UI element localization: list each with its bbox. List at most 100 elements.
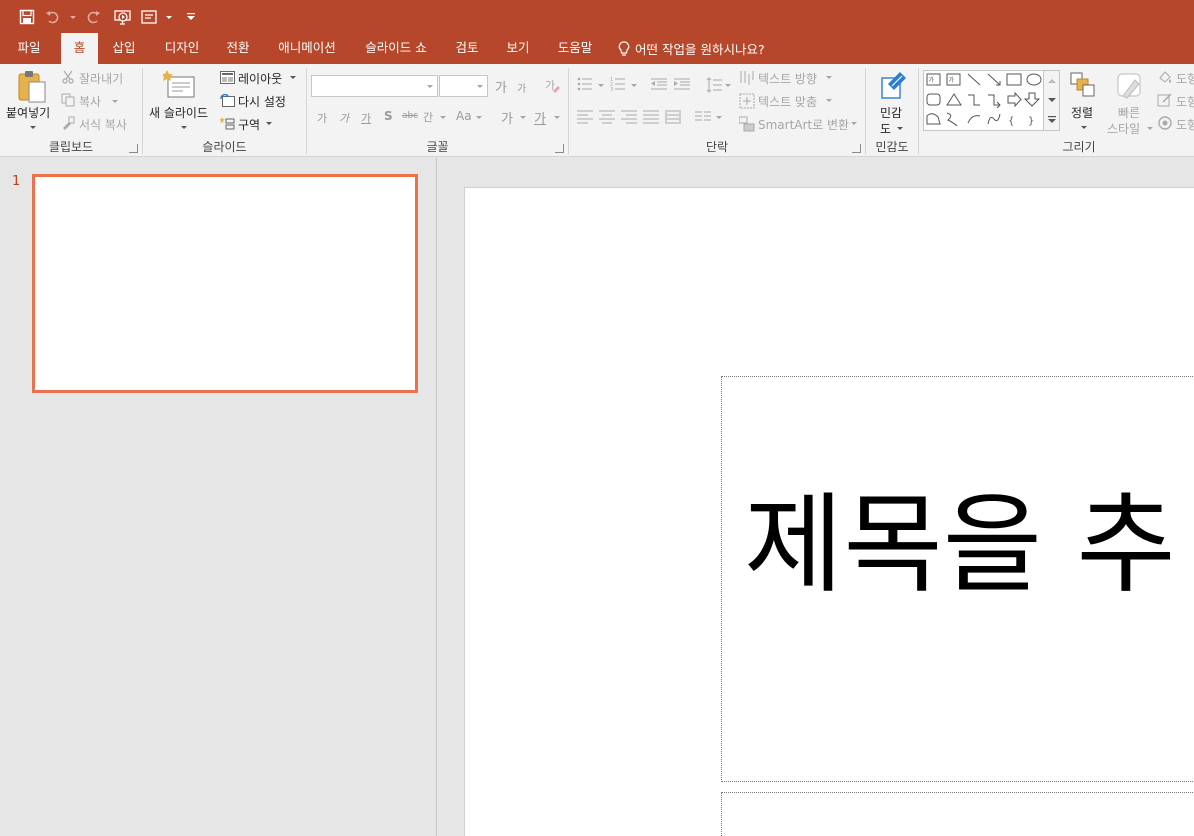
- font-color-dropdown-icon[interactable]: [554, 116, 560, 119]
- arrange-label[interactable]: 정렬: [1071, 104, 1093, 121]
- redo-icon[interactable]: [82, 6, 104, 28]
- sensitivity-icon[interactable]: [880, 70, 908, 100]
- line-spacing-dropdown-icon[interactable]: [725, 84, 731, 87]
- smartart-icon[interactable]: [739, 116, 755, 132]
- tab-animations[interactable]: 애니메이션: [272, 33, 342, 64]
- shapes-gallery[interactable]: 가 가 { }: [923, 70, 1060, 131]
- new-slide-label[interactable]: 새 슬라이드: [149, 104, 208, 121]
- copy-dropdown-icon[interactable]: [112, 100, 118, 103]
- align-center-icon[interactable]: [599, 110, 615, 124]
- sensitivity-dropdown-icon[interactable]: [897, 127, 903, 130]
- distributed-icon[interactable]: [665, 110, 681, 124]
- align-right-icon[interactable]: [621, 110, 637, 124]
- highlight-button[interactable]: 가: [501, 108, 513, 127]
- tab-review[interactable]: 검토: [448, 33, 486, 64]
- clear-formatting-icon[interactable]: 가: [543, 76, 561, 94]
- arrange-dropdown-icon[interactable]: [1081, 126, 1087, 129]
- justify-icon[interactable]: [643, 110, 659, 124]
- copy-button[interactable]: 복사: [79, 93, 101, 110]
- paste-button-label[interactable]: 붙여넣기: [6, 104, 50, 121]
- paste-dropdown-icon[interactable]: [30, 126, 36, 129]
- tab-view[interactable]: 보기: [499, 33, 537, 64]
- quick-styles-label-line1[interactable]: 빠른: [1118, 104, 1140, 121]
- align-text-dropdown-icon[interactable]: [826, 99, 832, 102]
- tab-transitions[interactable]: 전환: [218, 33, 258, 64]
- gallery-more-icon[interactable]: [1047, 115, 1056, 124]
- smartart-dropdown-icon[interactable]: [851, 122, 857, 125]
- tab-design[interactable]: 디자인: [157, 33, 207, 64]
- change-case-dropdown-icon[interactable]: [476, 116, 482, 119]
- underline-button[interactable]: 가: [361, 110, 371, 126]
- font-dialog-launcher[interactable]: [555, 144, 564, 153]
- columns-dropdown-icon[interactable]: [716, 116, 722, 119]
- layout-icon[interactable]: [219, 70, 235, 84]
- quick-styles-label-line2[interactable]: 스타일: [1107, 120, 1140, 137]
- italic-button[interactable]: 가: [339, 110, 349, 126]
- shape-outline-button[interactable]: 도형: [1176, 93, 1194, 110]
- shape-fill-button[interactable]: 도형: [1176, 70, 1194, 87]
- tab-file[interactable]: 파일: [5, 33, 53, 64]
- align-left-icon[interactable]: [577, 110, 593, 124]
- reset-button[interactable]: 다시 설정: [238, 93, 286, 110]
- shrink-font-button[interactable]: 가: [517, 80, 526, 95]
- title-placeholder-text[interactable]: 제목을 추: [744, 481, 1176, 611]
- touch-mode-dropdown-icon[interactable]: [164, 6, 174, 28]
- slide-thumbnail[interactable]: [32, 174, 418, 393]
- align-text-button[interactable]: 텍스트 맞춤: [758, 93, 817, 110]
- quick-styles-icon[interactable]: [1115, 70, 1145, 102]
- reset-icon[interactable]: [219, 93, 235, 107]
- columns-icon[interactable]: [695, 110, 711, 124]
- convert-to-smartart-button[interactable]: SmartArt로 변환: [758, 116, 849, 133]
- save-icon[interactable]: [16, 6, 38, 28]
- new-slide-icon[interactable]: [163, 69, 197, 101]
- section-button[interactable]: 구역: [238, 116, 260, 133]
- cut-icon[interactable]: [60, 69, 76, 85]
- section-icon[interactable]: [219, 116, 235, 130]
- sensitivity-label-line2[interactable]: 도: [880, 120, 891, 137]
- undo-icon[interactable]: [42, 6, 64, 28]
- sensitivity-label-line1[interactable]: 민감: [880, 104, 902, 121]
- change-case-button[interactable]: Aa: [456, 109, 472, 123]
- paragraph-dialog-launcher[interactable]: [852, 144, 861, 153]
- clipboard-dialog-launcher[interactable]: [129, 144, 138, 153]
- font-name-combobox[interactable]: [311, 75, 438, 97]
- format-painter-icon[interactable]: [60, 115, 76, 131]
- touch-mode-icon[interactable]: [138, 6, 160, 28]
- tab-insert[interactable]: 삽입: [104, 33, 144, 64]
- bold-button[interactable]: 가: [317, 110, 327, 126]
- numbering-icon[interactable]: 123: [610, 77, 626, 91]
- shapes-gallery-scroll[interactable]: [1043, 71, 1059, 130]
- cut-button[interactable]: 잘라내기: [79, 70, 123, 87]
- quick-styles-dropdown-icon[interactable]: [1147, 127, 1153, 130]
- layout-dropdown-icon[interactable]: [290, 76, 296, 79]
- strikethrough-button[interactable]: abc: [402, 111, 418, 121]
- text-direction-button[interactable]: 텍스트 방향: [758, 70, 817, 87]
- format-painter-button[interactable]: 서식 복사: [79, 116, 127, 133]
- increase-indent-icon[interactable]: [674, 77, 690, 91]
- arrange-icon[interactable]: [1069, 71, 1097, 99]
- character-spacing-button[interactable]: 간: [423, 109, 433, 125]
- decrease-indent-icon[interactable]: [651, 77, 667, 91]
- shape-effects-button[interactable]: 도형: [1176, 116, 1194, 133]
- shape-outline-icon[interactable]: [1157, 92, 1173, 108]
- highlight-dropdown-icon[interactable]: [520, 116, 526, 119]
- numbering-dropdown-icon[interactable]: [631, 84, 637, 87]
- paste-icon[interactable]: [16, 70, 48, 104]
- tab-help[interactable]: 도움말: [552, 33, 598, 64]
- line-spacing-icon[interactable]: [706, 77, 722, 93]
- bullets-dropdown-icon[interactable]: [598, 84, 604, 87]
- layout-button[interactable]: 레이아웃: [238, 70, 282, 87]
- font-color-button[interactable]: 가: [534, 108, 546, 127]
- tab-home[interactable]: 홈: [61, 33, 98, 64]
- section-dropdown-icon[interactable]: [266, 122, 272, 125]
- undo-dropdown-icon[interactable]: [68, 6, 78, 28]
- font-size-dropdown-icon[interactable]: [477, 85, 483, 88]
- slide-canvas[interactable]: 제목을 추: [464, 187, 1194, 836]
- shape-effects-icon[interactable]: [1157, 115, 1173, 131]
- new-slide-dropdown-icon[interactable]: [181, 126, 187, 129]
- scroll-up-icon[interactable]: [1047, 78, 1056, 84]
- subtitle-placeholder[interactable]: [721, 792, 1194, 836]
- text-direction-icon[interactable]: [739, 70, 755, 86]
- text-direction-dropdown-icon[interactable]: [826, 76, 832, 79]
- scroll-down-icon[interactable]: [1047, 97, 1056, 103]
